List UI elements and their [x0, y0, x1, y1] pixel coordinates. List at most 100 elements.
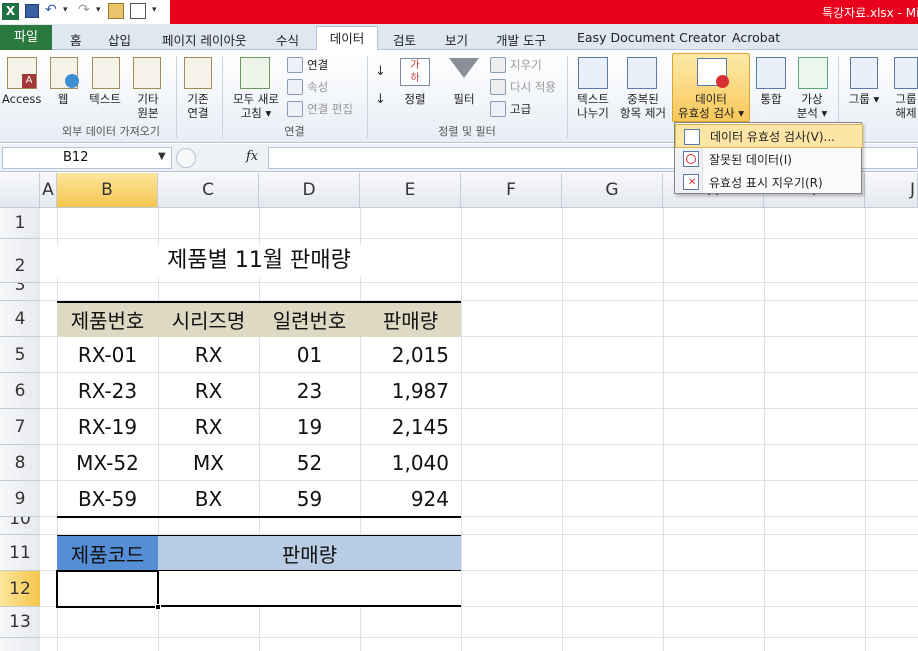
name-box[interactable]: B12 [2, 147, 172, 169]
sort-button[interactable]: 정렬 [398, 92, 432, 106]
what-if-analysis-button[interactable]: 가상 분석 ▾ [792, 92, 832, 120]
group-button[interactable]: 그룹 ▾ [844, 92, 884, 106]
table-cell[interactable]: 59 [259, 481, 360, 517]
fill-handle[interactable] [155, 604, 161, 610]
row-header-11[interactable]: 11 [0, 535, 40, 571]
column-header-f[interactable]: F [461, 173, 562, 208]
undo-icon[interactable]: ↶ [45, 2, 57, 18]
table-cell[interactable]: RX [158, 409, 259, 445]
tab-data[interactable]: 데이터 [316, 26, 378, 51]
reapply-button[interactable]: 다시 적용 [490, 77, 556, 97]
remove-duplicates-button[interactable]: 중복된 항목 제거 [616, 92, 670, 120]
row-header-6[interactable]: 6 [0, 373, 40, 409]
table-cell[interactable]: 01 [259, 337, 360, 373]
edit-links-label: 연결 편집 [307, 102, 353, 116]
tab-acrobat[interactable]: Acrobat [732, 30, 780, 45]
text-to-columns-button[interactable]: 텍스트 나누기 [572, 92, 614, 120]
filter-icon[interactable] [449, 58, 479, 78]
column-header-c[interactable]: C [158, 173, 259, 208]
tab-developer[interactable]: 개발 도구 [496, 30, 546, 49]
tab-review[interactable]: 검토 [393, 30, 416, 49]
tab-easy-document-creator[interactable]: Easy Document Creator [577, 30, 726, 45]
active-cell-b12[interactable] [56, 570, 159, 608]
row-header-2[interactable]: 2 [0, 239, 40, 283]
ungroup-button[interactable]: 그룹 해제 [888, 92, 918, 120]
tab-view[interactable]: 보기 [445, 30, 468, 49]
tab-page-layout[interactable]: 페이지 레이아웃 [162, 30, 246, 49]
chart-icon[interactable] [130, 3, 146, 19]
column-header-a[interactable]: A [40, 173, 57, 208]
column-header-j[interactable]: J [865, 173, 918, 208]
table-cell[interactable]: 52 [259, 445, 360, 481]
row-header-13[interactable]: 13 [0, 607, 40, 638]
cell-c12-e12[interactable] [158, 571, 461, 607]
tab-home[interactable]: 홈 [70, 30, 82, 49]
access-button[interactable]: Access [2, 92, 41, 106]
tab-file[interactable]: 파일 [0, 25, 52, 50]
sort-icon[interactable]: 가하 [400, 58, 430, 86]
column-header-g[interactable]: G [562, 173, 663, 208]
select-all-corner[interactable] [0, 173, 40, 208]
table-cell[interactable]: 1,987 [360, 373, 461, 409]
table-cell[interactable]: MX [158, 445, 259, 481]
column-header-d[interactable]: D [259, 173, 360, 208]
web-button[interactable]: 웹 [52, 92, 74, 106]
table-cell[interactable]: RX-19 [57, 409, 158, 445]
refresh-all-button[interactable]: 모두 새로 고침 ▾ [226, 92, 286, 120]
redo-icon[interactable]: ↷ [78, 2, 90, 18]
table-cell[interactable]: 23 [259, 373, 360, 409]
menu-item-clear-circles[interactable]: ✕ 유효성 표시 지우기(R) [675, 170, 863, 194]
redo-dropdown-icon[interactable]: ▾ [96, 5, 101, 15]
table-cell[interactable]: MX-52 [57, 445, 158, 481]
table-cell[interactable]: BX [158, 481, 259, 517]
table-cell[interactable]: 2,015 [360, 337, 461, 373]
row-header-7[interactable]: 7 [0, 409, 40, 445]
tab-insert[interactable]: 삽입 [108, 30, 131, 49]
save-icon[interactable] [25, 4, 39, 18]
title-bar-band [170, 0, 918, 24]
row-header-12[interactable]: 12 [0, 571, 40, 607]
menu-item-data-validation[interactable]: 데이터 유효성 검사(V)... [675, 124, 863, 148]
row-header-9[interactable]: 9 [0, 481, 40, 517]
filter-button[interactable]: 필터 [447, 92, 481, 106]
formula-splitter-icon[interactable] [176, 148, 196, 168]
ungroup-label-2: 해제 [895, 106, 917, 120]
tab-formulas[interactable]: 수식 [276, 30, 299, 49]
clear-filter-button[interactable]: 지우기 [490, 55, 542, 75]
row-header-10[interactable]: 10 [0, 517, 40, 535]
row-header-8[interactable]: 8 [0, 445, 40, 481]
table-cell[interactable]: 19 [259, 409, 360, 445]
row-header-3[interactable]: 3 [0, 283, 40, 301]
connections-button[interactable]: 연결 [287, 55, 328, 75]
table-cell[interactable]: 2,145 [360, 409, 461, 445]
edit-links-button[interactable]: 연결 편집 [287, 99, 353, 119]
row-header-5[interactable]: 5 [0, 337, 40, 373]
table-cell[interactable]: RX [158, 373, 259, 409]
other-sources-button[interactable]: 기타 원본 [128, 92, 168, 120]
row-header-1[interactable]: 1 [0, 208, 40, 239]
row-header-14[interactable] [0, 638, 40, 651]
column-header-e[interactable]: E [360, 173, 461, 208]
consolidate-button[interactable]: 통합 [752, 92, 790, 106]
table-cell[interactable]: RX [158, 337, 259, 373]
clipboard-icon[interactable] [108, 3, 124, 19]
properties-button[interactable]: 속성 [287, 77, 328, 97]
advanced-button[interactable]: 고급 [490, 99, 531, 119]
existing-connections-button[interactable]: 기존 연결 [178, 92, 218, 120]
qat-customize-icon[interactable]: ▾ [152, 5, 157, 15]
table-cell[interactable]: 1,040 [360, 445, 461, 481]
sort-descending-icon: ↓ [375, 92, 386, 107]
insert-function-icon[interactable]: fx [246, 149, 258, 164]
column-header-b[interactable]: B [57, 173, 158, 208]
table-cell[interactable]: RX-01 [57, 337, 158, 373]
table-cell[interactable]: 924 [360, 481, 461, 517]
undo-dropdown-icon[interactable]: ▾ [63, 5, 68, 15]
name-box-dropdown-icon[interactable]: ▼ [158, 151, 166, 162]
table-cell[interactable]: RX-23 [57, 373, 158, 409]
menu-item-circle-invalid[interactable]: 잘못된 데이터(I) [675, 147, 863, 171]
excel-logo-icon[interactable]: X [2, 3, 19, 20]
text-button[interactable]: 텍스트 [84, 92, 126, 106]
table-cell[interactable]: BX-59 [57, 481, 158, 517]
row-header-4[interactable]: 4 [0, 301, 40, 337]
data-validation-button[interactable]: 데이터 유효성 검사 ▾ [672, 53, 750, 122]
